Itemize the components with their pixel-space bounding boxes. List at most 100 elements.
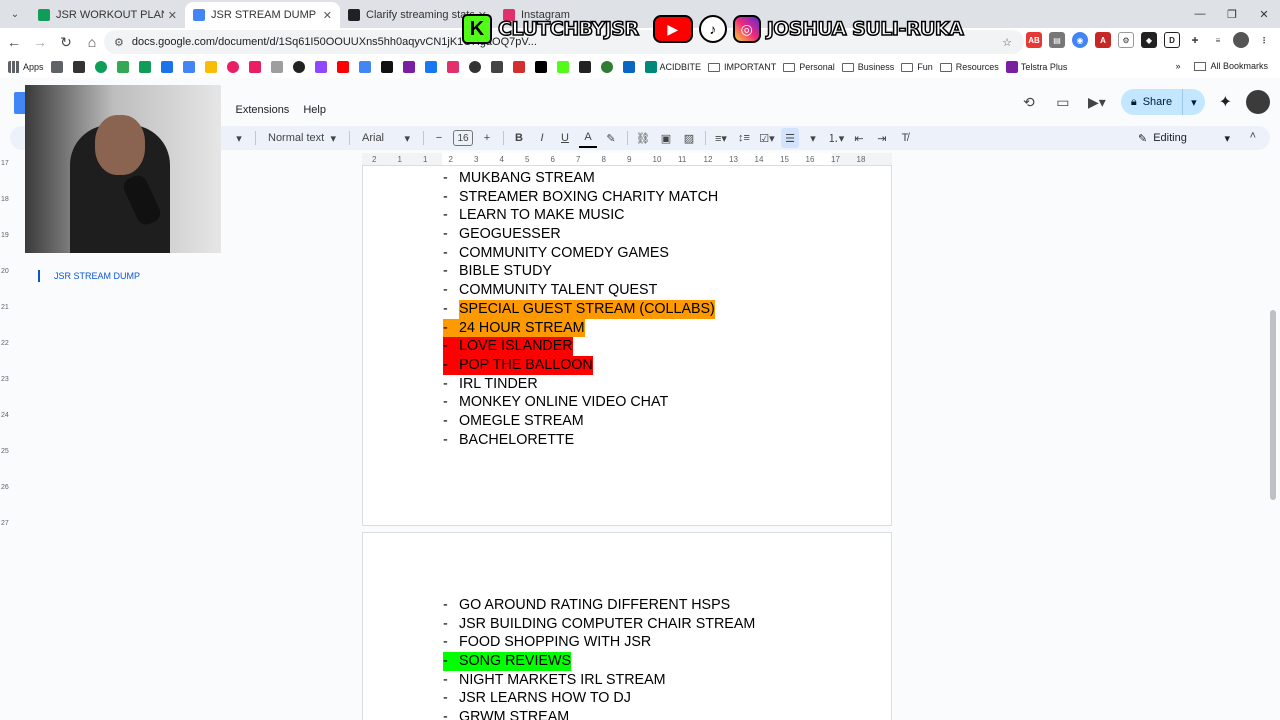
outline-heading[interactable]: JSR STREAM DUMP <box>38 270 140 282</box>
italic-button[interactable]: I <box>533 128 551 148</box>
site-info-icon[interactable]: ⚙ <box>114 36 124 49</box>
bookmark-folder[interactable]: Telstra Plus <box>1005 61 1067 73</box>
history-icon[interactable]: ⟲ <box>1019 92 1039 112</box>
paragraph-style-select[interactable]: Normal text ▾ <box>262 128 342 148</box>
close-tab-icon[interactable]: ✕ <box>323 9 332 22</box>
list-item[interactable]: - OMEGLE STREAM <box>443 412 718 431</box>
image-icon[interactable]: ▨ <box>680 128 698 148</box>
all-bookmarks-button[interactable]: » All Bookmarks <box>1175 61 1268 71</box>
bookmark[interactable] <box>578 61 594 73</box>
list-item[interactable]: -24 HOUR STREAM <box>443 318 585 338</box>
checklist-icon[interactable]: ☑▾ <box>758 128 776 148</box>
list-item[interactable]: - MUKBANG STREAM <box>443 169 718 188</box>
chevron-up-icon[interactable]: ˄ <box>1250 130 1256 142</box>
bookmark[interactable] <box>358 61 374 73</box>
bookmark[interactable] <box>72 61 88 73</box>
meet-icon[interactable]: ▶▾ <box>1087 92 1107 112</box>
list-item[interactable]: - MONKEY ONLINE VIDEO CHAT <box>443 393 718 412</box>
list-item[interactable]: - LEARN TO MAKE MUSIC <box>443 206 718 225</box>
horizontal-ruler[interactable]: 2 1 1 2 3 4 5 6 7 8 9 10 11 12 13 14 15 16 17 18 <box>362 153 892 166</box>
reading-list-icon[interactable]: ≡ <box>1210 32 1226 48</box>
editing-mode-select[interactable]: ✎ Editing ▾ <box>1138 128 1230 148</box>
comment-icon[interactable]: ▣ <box>657 128 675 148</box>
document-page[interactable]: - MUKBANG STREAM - STREAMER BOXING CHARITY … <box>362 166 892 526</box>
bookmark-folder[interactable]: ACIDBITE <box>644 61 701 73</box>
increase-font-size-button[interactable]: + <box>478 128 496 148</box>
bookmark[interactable] <box>600 61 616 73</box>
list-item[interactable]: - STREAMER BOXING CHARITY MATCH <box>443 188 718 207</box>
list-item[interactable]: - JSR LEARNS HOW TO DJ <box>443 689 755 708</box>
list-item[interactable]: - GRWM STREAM <box>443 708 755 720</box>
list-item[interactable]: - JSR BUILDING COMPUTER CHAIR STREAM <box>443 615 755 634</box>
bookmark[interactable] <box>622 61 638 73</box>
bookmark-star-icon[interactable]: ☆ <box>1002 36 1012 49</box>
bookmark[interactable] <box>314 61 330 73</box>
extension-icon[interactable]: ◉ <box>1072 32 1088 48</box>
close-window-button[interactable]: ✕ <box>1248 0 1280 28</box>
comments-icon[interactable]: ▭ <box>1053 92 1073 112</box>
tab-search-button[interactable]: ⌄ <box>4 3 26 25</box>
pdf-icon[interactable]: A <box>1095 32 1111 48</box>
bookmark[interactable] <box>402 61 418 73</box>
link-icon[interactable]: ⛓ <box>634 128 652 148</box>
list-item[interactable]: - GEOGUESSER <box>443 225 718 244</box>
reload-icon[interactable]: ↻ <box>54 30 78 54</box>
list-item[interactable]: - POP THE BALLOON <box>443 355 593 375</box>
extension-icon[interactable]: ⚙ <box>1118 32 1134 48</box>
share-button[interactable]: 🔒︎ Share ▾ <box>1120 89 1205 115</box>
forward-icon[interactable]: → <box>28 30 52 54</box>
bookmark[interactable] <box>380 61 396 73</box>
scrollbar[interactable] <box>1270 310 1276 500</box>
text-color-button[interactable]: A <box>579 128 597 148</box>
avatar[interactable] <box>1246 90 1270 114</box>
list-item[interactable]: - BIBLE STUDY <box>443 262 718 281</box>
bold-button[interactable]: B <box>510 128 528 148</box>
bookmark[interactable] <box>182 61 198 73</box>
bookmark[interactable] <box>204 61 220 73</box>
bookmark[interactable] <box>336 61 352 73</box>
bookmark-folder[interactable]: Resources <box>939 61 999 73</box>
list-item[interactable]: - NIGHT MARKETS IRL STREAM <box>443 671 755 690</box>
back-icon[interactable]: ← <box>2 30 26 54</box>
bookmark-folder[interactable]: Personal <box>783 61 835 73</box>
bookmark[interactable] <box>292 61 308 73</box>
bulleted-list-icon[interactable]: ☰ <box>781 128 799 148</box>
browser-tab[interactable]: JSR STREAM DUMP - Google D ✕ <box>185 2 340 28</box>
minimize-button[interactable]: — <box>1184 0 1216 28</box>
extension-icon[interactable]: ◆ <box>1141 32 1157 48</box>
home-icon[interactable]: ⌂ <box>80 30 104 54</box>
bookmark[interactable] <box>490 61 506 73</box>
menu-icon[interactable]: ⋮ <box>1256 32 1272 48</box>
bookmark[interactable] <box>116 61 132 73</box>
highlight-icon[interactable]: ✎ <box>602 128 620 148</box>
vertical-ruler[interactable]: 17 18 19 20 21 22 23 24 25 26 27 <box>0 160 12 720</box>
list-item[interactable]: - BACHELORETTE <box>443 431 718 450</box>
chevron-right-icon[interactable]: » <box>1175 61 1180 71</box>
document-page[interactable]: - GO AROUND RATING DIFFERENT HSPS - JSR BUI… <box>362 532 892 720</box>
maximize-button[interactable]: ❐ <box>1216 0 1248 28</box>
list-item[interactable]: - COMMUNITY COMEDY GAMES <box>443 244 718 263</box>
increase-indent-icon[interactable]: ⇥ <box>873 128 891 148</box>
bookmark[interactable] <box>160 61 176 73</box>
extension-icon[interactable]: ▤ <box>1049 32 1065 48</box>
font-select[interactable]: Arial ▾ <box>356 128 416 148</box>
grid-bookmark[interactable] <box>50 61 66 73</box>
bookmark[interactable] <box>446 61 462 73</box>
decrease-font-size-button[interactable]: − <box>430 128 448 148</box>
underline-button[interactable]: U <box>556 128 574 148</box>
adblock-icon[interactable]: AB <box>1026 32 1042 48</box>
list-item[interactable]: - COMMUNITY TALENT QUEST <box>443 281 718 300</box>
list-item[interactable]: - LOVE ISLANDER <box>443 337 573 356</box>
list-item[interactable]: - FOOD SHOPPING WITH JSR <box>443 633 755 652</box>
list-item[interactable]: - IRL TINDER <box>443 375 718 394</box>
menu-item-extensions[interactable]: Extensions <box>236 104 290 116</box>
bookmark[interactable] <box>94 61 110 73</box>
profile-icon[interactable] <box>1233 32 1249 48</box>
numbered-list-icon[interactable]: ⒈▾ <box>827 128 845 148</box>
gemini-icon[interactable]: ✦ <box>1219 92 1232 112</box>
bookmark[interactable] <box>270 61 286 73</box>
list-item[interactable]: - GO AROUND RATING DIFFERENT HSPS <box>443 596 755 615</box>
chevron-down-icon[interactable]: ▾ <box>804 128 822 148</box>
puzzle-icon[interactable]: ✚ <box>1187 32 1203 48</box>
bookmark-folder[interactable]: IMPORTANT <box>708 61 776 73</box>
